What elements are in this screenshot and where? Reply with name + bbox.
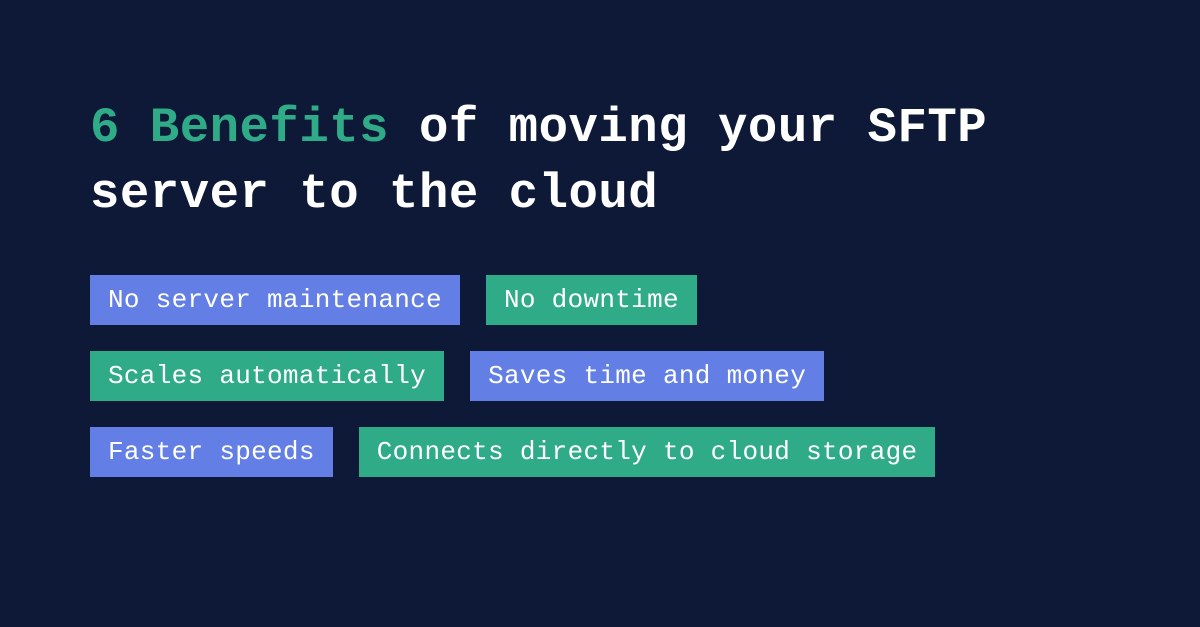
badge-row: No server maintenance No downtime (90, 275, 1110, 325)
badge-row: Scales automatically Saves time and mone… (90, 351, 1110, 401)
badge: Faster speeds (90, 427, 333, 477)
badge: Connects directly to cloud storage (359, 427, 936, 477)
title-accent: 6 Benefits (90, 100, 389, 156)
page-title: 6 Benefits of moving your SFTP server to… (90, 95, 1110, 227)
badge: No downtime (486, 275, 697, 325)
badge-row: Faster speeds Connects directly to cloud… (90, 427, 1110, 477)
badge: No server maintenance (90, 275, 460, 325)
badges-container: No server maintenance No downtime Scales… (90, 275, 1110, 477)
badge: Saves time and money (470, 351, 824, 401)
badge: Scales automatically (90, 351, 444, 401)
